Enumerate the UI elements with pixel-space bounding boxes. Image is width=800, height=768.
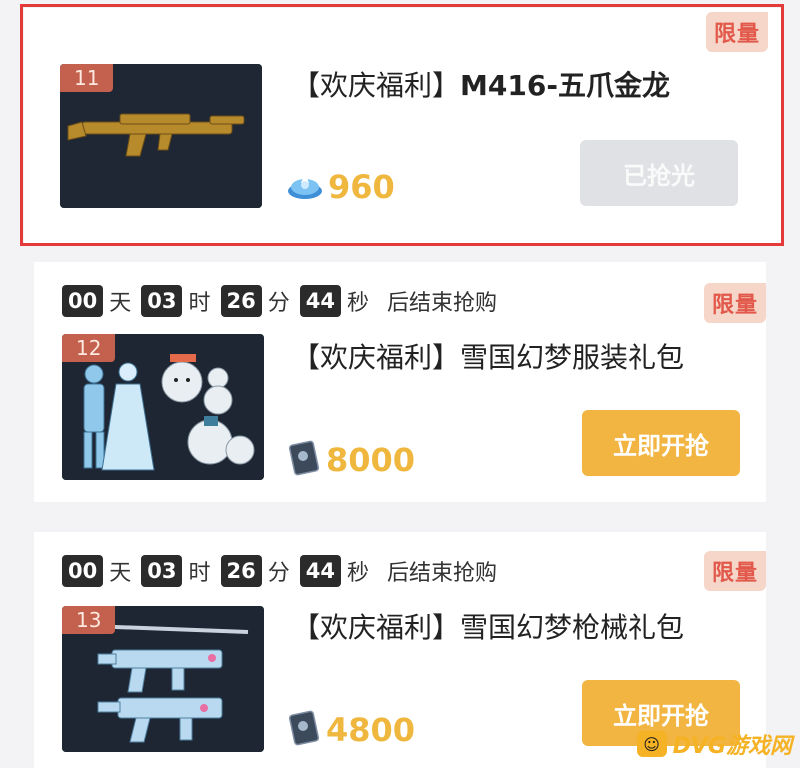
limited-badge: 限量: [703, 283, 766, 323]
card-icon: [286, 440, 322, 480]
product-card[interactable]: 00 天 03 时 26 分 44 秒 后结束抢购 限量 12 【欢庆福利】雪国…: [34, 262, 766, 502]
price: 8000: [286, 440, 415, 480]
watermark-text: DVG游戏网: [672, 734, 792, 759]
countdown-tail: 后结束抢购: [387, 291, 498, 316]
countdown-days: 00: [62, 555, 104, 587]
hours-unit: 时: [188, 561, 211, 586]
countdown-hours: 03: [141, 285, 183, 317]
price: 4800: [286, 710, 415, 750]
item-number: 11: [60, 64, 114, 92]
limited-badge: 限量: [703, 551, 766, 591]
title-name: 雪国幻梦枪械礼包: [460, 611, 685, 644]
product-title: 【欢庆福利】M416-五爪金龙: [292, 64, 670, 104]
countdown-days: 00: [62, 285, 104, 317]
price: 960: [286, 168, 395, 206]
price-value: 960: [328, 168, 395, 206]
minutes-unit: 分: [267, 561, 290, 586]
product-thumbnail[interactable]: 13: [62, 606, 264, 752]
coin-icon: [286, 169, 324, 205]
title-prefix: 【欢庆福利】: [292, 611, 461, 644]
title-prefix: 【欢庆福利】: [292, 69, 461, 102]
sold-out-button[interactable]: 已抢光: [580, 140, 738, 206]
watermark-logo-icon: ☺: [636, 731, 667, 757]
days-unit: 天: [109, 291, 132, 316]
price-value: 4800: [326, 711, 416, 749]
product-title: 【欢庆福利】雪国幻梦枪械礼包: [292, 606, 684, 646]
hours-unit: 时: [188, 291, 211, 316]
price-value: 8000: [326, 441, 416, 479]
product-title: 【欢庆福利】雪国幻梦服装礼包: [292, 336, 684, 376]
buy-now-button[interactable]: 立即开抢: [582, 410, 740, 476]
title-name: 雪国幻梦服装礼包: [460, 341, 685, 374]
site-watermark: ☺ DVG游戏网: [636, 728, 792, 760]
title-name: M416-五爪金龙: [460, 69, 670, 102]
countdown-seconds: 44: [299, 555, 341, 587]
days-unit: 天: [109, 561, 132, 586]
countdown-hours: 03: [141, 555, 183, 587]
countdown-minutes: 26: [220, 285, 262, 317]
countdown: 00 天 03 时 26 分 44 秒 后结束抢购: [62, 282, 497, 320]
item-number: 13: [62, 606, 116, 634]
product-thumbnail[interactable]: 11: [60, 64, 262, 208]
limited-badge: 限量: [705, 12, 768, 52]
seconds-unit: 秒: [346, 291, 369, 316]
card-icon: [286, 710, 322, 750]
title-prefix: 【欢庆福利】: [292, 341, 461, 374]
countdown-seconds: 44: [299, 285, 341, 317]
countdown-minutes: 26: [220, 555, 262, 587]
seconds-unit: 秒: [346, 561, 369, 586]
minutes-unit: 分: [267, 291, 290, 316]
countdown: 00 天 03 时 26 分 44 秒 后结束抢购: [62, 552, 497, 590]
product-card[interactable]: 限量 11 【欢庆福利】M416-五爪金龙 960 已抢光: [24, 8, 782, 243]
product-thumbnail[interactable]: 12: [62, 334, 264, 480]
countdown-tail: 后结束抢购: [387, 561, 498, 586]
item-number: 12: [62, 334, 116, 362]
